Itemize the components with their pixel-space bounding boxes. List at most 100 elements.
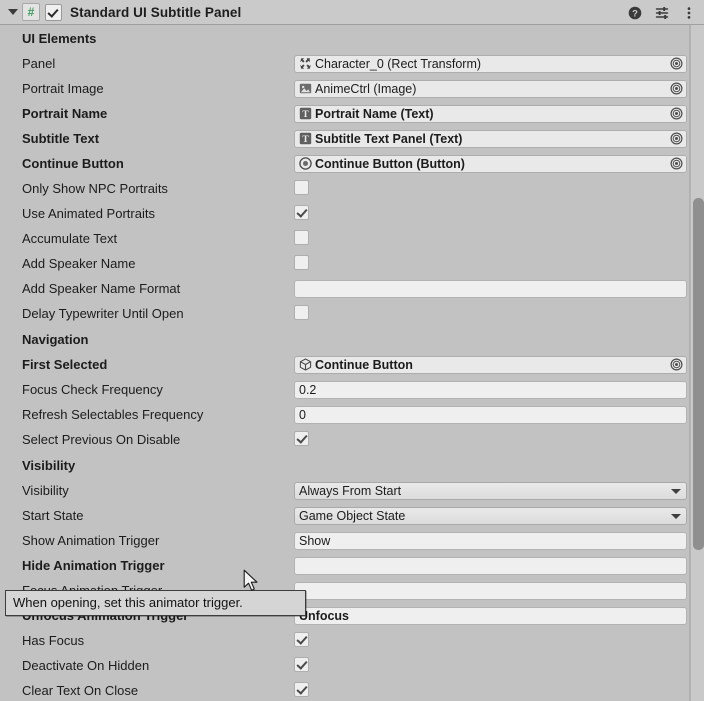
preset-icon[interactable] bbox=[655, 6, 669, 20]
svg-text:T: T bbox=[302, 135, 309, 145]
property-field: Always From Start bbox=[294, 481, 687, 500]
svg-text:T: T bbox=[302, 110, 309, 120]
property-label: Has Focus bbox=[22, 633, 85, 648]
section-header: Navigation bbox=[22, 331, 89, 347]
checkbox-field[interactable] bbox=[294, 304, 309, 320]
checkbox-field[interactable] bbox=[294, 430, 309, 446]
property-label: Only Show NPC Portraits bbox=[22, 181, 168, 196]
object-reference-field[interactable]: Continue Button bbox=[294, 355, 687, 374]
help-icon[interactable]: ? bbox=[628, 6, 642, 20]
dropdown-value: Always From Start bbox=[299, 483, 402, 498]
property-row: Clear Text On Close bbox=[0, 678, 704, 701]
property-row: Select Previous On Disable bbox=[0, 427, 704, 452]
component-title: Standard UI Subtitle Panel bbox=[70, 4, 242, 20]
object-reference-field[interactable]: T Subtitle Text Panel (Text) bbox=[294, 129, 687, 148]
property-label: First Selected bbox=[22, 357, 108, 372]
object-picker-button[interactable] bbox=[667, 155, 686, 172]
property-row: Hide Animation Trigger bbox=[0, 553, 704, 578]
button-icon bbox=[299, 157, 312, 170]
property-label: Hide Animation Trigger bbox=[22, 558, 165, 573]
text-icon: T bbox=[299, 107, 312, 120]
object-reference-value: Portrait Name (Text) bbox=[315, 106, 434, 121]
object-picker-button[interactable] bbox=[667, 80, 686, 97]
property-field: Show bbox=[294, 531, 687, 550]
property-row: Delay Typewriter Until Open bbox=[0, 301, 704, 326]
text-input-field[interactable]: 0.2 bbox=[294, 380, 687, 399]
property-row: Show Animation Trigger Show bbox=[0, 528, 704, 553]
component-header[interactable]: # Standard UI Subtitle Panel ? bbox=[0, 0, 704, 25]
checkbox-field[interactable] bbox=[294, 656, 309, 672]
property-field: Continue Button bbox=[294, 355, 687, 374]
checkbox-field[interactable] bbox=[294, 229, 309, 245]
object-picker-button[interactable] bbox=[667, 55, 686, 72]
property-field bbox=[294, 179, 309, 198]
property-field bbox=[294, 279, 687, 298]
property-row: First Selected Continue Button bbox=[0, 352, 704, 377]
property-row: Portrait Name T Portrait Name (Text) bbox=[0, 101, 704, 126]
object-reference-field[interactable]: Continue Button (Button) bbox=[294, 154, 687, 173]
property-row: Add Speaker Name bbox=[0, 251, 704, 276]
property-field bbox=[294, 656, 309, 675]
property-row: Add Speaker Name Format bbox=[0, 276, 704, 301]
tooltip-text: When opening, set this animator trigger. bbox=[13, 595, 243, 610]
component-enabled-checkbox[interactable] bbox=[45, 3, 62, 21]
dropdown-field[interactable]: Always From Start bbox=[294, 481, 687, 500]
property-label: Focus Check Frequency bbox=[22, 382, 163, 397]
property-field: Character_0 (Rect Transform) bbox=[294, 54, 687, 73]
more-menu-icon[interactable] bbox=[682, 6, 696, 20]
text-input-field[interactable]: 0 bbox=[294, 405, 687, 424]
property-row: Panel Character_0 (Rect Transform) bbox=[0, 51, 704, 76]
property-label: Visibility bbox=[22, 483, 69, 498]
text-input-field[interactable]: Unfocus bbox=[294, 606, 687, 625]
unity-inspector-panel: # Standard UI Subtitle Panel ? UI Elemen… bbox=[0, 0, 704, 701]
object-reference-field[interactable]: AnimeCtrl (Image) bbox=[294, 79, 687, 98]
scrollbar-thumb[interactable] bbox=[693, 198, 704, 550]
property-row: Continue Button Continue Button (Button) bbox=[0, 151, 704, 176]
property-label: Portrait Name bbox=[22, 106, 108, 121]
object-reference-value: Continue Button bbox=[315, 357, 413, 372]
gameobject-icon bbox=[299, 358, 312, 371]
section-header: UI Elements bbox=[22, 30, 97, 46]
property-field: AnimeCtrl (Image) bbox=[294, 79, 687, 98]
property-row: Portrait Image AnimeCtrl (Image) bbox=[0, 76, 704, 101]
property-row: Only Show NPC Portraits bbox=[0, 176, 704, 201]
rect-transform-icon bbox=[299, 57, 312, 70]
property-field bbox=[294, 430, 309, 449]
text-input-field[interactable] bbox=[294, 581, 687, 600]
object-picker-button[interactable] bbox=[667, 356, 686, 373]
checkbox-field[interactable] bbox=[294, 254, 309, 270]
checkbox-field[interactable] bbox=[294, 681, 309, 697]
object-picker-button[interactable] bbox=[667, 130, 686, 147]
checkbox-field[interactable] bbox=[294, 631, 309, 647]
text-input-field[interactable]: Show bbox=[294, 531, 687, 550]
property-label: Continue Button bbox=[22, 156, 124, 171]
foldout-triangle-icon[interactable] bbox=[6, 6, 19, 19]
property-field: T Subtitle Text Panel (Text) bbox=[294, 129, 687, 148]
property-label: Delay Typewriter Until Open bbox=[22, 306, 184, 321]
object-reference-field[interactable]: Character_0 (Rect Transform) bbox=[294, 54, 687, 73]
property-field bbox=[294, 204, 309, 223]
property-field: Unfocus bbox=[294, 606, 687, 625]
text-input-field[interactable] bbox=[294, 279, 687, 298]
property-field bbox=[294, 254, 309, 273]
object-reference-value: Subtitle Text Panel (Text) bbox=[315, 131, 463, 146]
chevron-down-icon bbox=[671, 488, 681, 494]
text-input-field[interactable] bbox=[294, 556, 687, 575]
property-label: Clear Text On Close bbox=[22, 683, 139, 698]
dropdown-field[interactable]: Game Object State bbox=[294, 506, 687, 525]
svg-text:?: ? bbox=[632, 8, 638, 19]
object-picker-button[interactable] bbox=[667, 105, 686, 122]
header-icon-group: ? bbox=[628, 0, 696, 25]
property-row: Refresh Selectables Frequency 0 bbox=[0, 402, 704, 427]
property-row: Has Focus bbox=[0, 628, 704, 653]
checkbox-field[interactable] bbox=[294, 179, 309, 195]
object-reference-value: Character_0 (Rect Transform) bbox=[315, 56, 482, 71]
image-icon bbox=[299, 82, 312, 95]
property-field: Game Object State bbox=[294, 506, 687, 525]
property-label: Panel bbox=[22, 56, 56, 71]
object-reference-field[interactable]: T Portrait Name (Text) bbox=[294, 104, 687, 123]
property-label: Add Speaker Name Format bbox=[22, 281, 181, 296]
vertical-scrollbar[interactable] bbox=[690, 25, 704, 701]
checkbox-field[interactable] bbox=[294, 204, 309, 220]
property-field bbox=[294, 681, 309, 700]
